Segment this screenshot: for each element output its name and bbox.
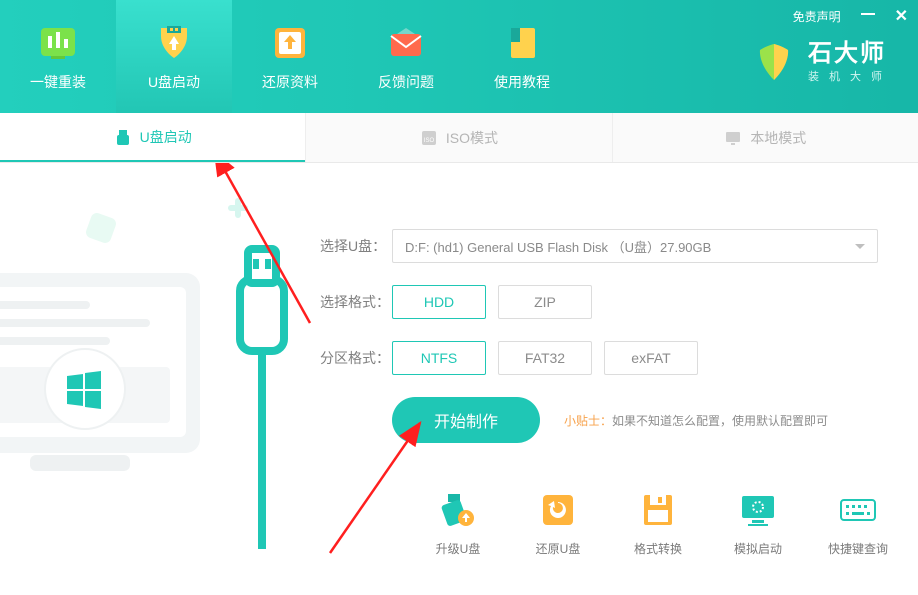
upload-box-icon — [269, 22, 311, 64]
tool-restore-usb[interactable]: 还原U盘 — [522, 490, 594, 557]
usb-upgrade-icon — [438, 490, 478, 530]
sub-tabs: U盘启动 ISO ISO模式 本地模式 — [0, 113, 918, 163]
nav-feedback[interactable]: 反馈问题 — [348, 0, 464, 113]
partition-fat32[interactable]: FAT32 — [498, 341, 592, 375]
shield-usb-icon — [153, 22, 195, 64]
start-make-button[interactable]: 开始制作 — [392, 397, 540, 443]
tool-label: 快捷键查询 — [828, 540, 888, 557]
nav-tutorial[interactable]: 使用教程 — [464, 0, 580, 113]
nav-usb-boot[interactable]: U盘启动 — [116, 0, 232, 113]
tool-format-convert[interactable]: 格式转换 — [622, 490, 694, 557]
svg-text:ISO: ISO — [424, 138, 435, 144]
envelope-icon — [385, 22, 427, 64]
tab-label: 本地模式 — [750, 128, 806, 148]
brand-sub: 装机大师 — [808, 71, 892, 83]
tab-label: U盘启动 — [140, 127, 192, 147]
tab-iso[interactable]: ISO ISO模式 — [305, 113, 611, 162]
usb-select-label: 选择U盘： — [320, 236, 392, 256]
config-form: 选择U盘： D:F: (hd1) General USB Flash Disk … — [320, 229, 878, 465]
main-pane: 选择U盘： D:F: (hd1) General USB Flash Disk … — [0, 163, 918, 579]
close-button[interactable]: ✕ — [895, 6, 908, 26]
bottom-tools: 升级U盘 还原U盘 格式转换 模拟启动 快捷键查询 — [422, 490, 894, 557]
nav-label: 一键重装 — [30, 72, 86, 92]
nav-restore[interactable]: 还原资料 — [232, 0, 348, 113]
title-bar: 免责声明 ✕ 一键重装 U盘启动 还原资料 反馈问题 — [0, 0, 918, 113]
nav-label: 还原资料 — [262, 72, 318, 92]
format-label: 选择格式： — [320, 292, 392, 312]
partition-label: 分区格式： — [320, 348, 392, 368]
tab-usb-boot[interactable]: U盘启动 — [0, 113, 305, 162]
iso-icon: ISO — [420, 129, 438, 147]
tab-local[interactable]: 本地模式 — [612, 113, 918, 162]
brand-name: 石大师 — [808, 41, 892, 67]
partition-ntfs[interactable]: NTFS — [392, 341, 486, 375]
usb-restore-icon — [538, 490, 578, 530]
window-controls: 免责声明 ✕ — [793, 6, 908, 26]
tool-label: 还原U盘 — [536, 540, 581, 557]
monitor-boot-icon — [738, 490, 778, 530]
usb-illustration — [0, 179, 302, 595]
main-nav: 一键重装 U盘启动 还原资料 反馈问题 使用教程 — [0, 0, 580, 113]
tool-label: 格式转换 — [634, 540, 682, 557]
nav-reinstall[interactable]: 一键重装 — [0, 0, 116, 113]
tip: 小贴士：如果不知道怎么配置，使用默认配置即可 — [564, 412, 828, 429]
disclaimer-link[interactable]: 免责声明 — [793, 8, 841, 25]
tip-label: 小贴士： — [564, 414, 612, 428]
usb-select-value: D:F: (hd1) General USB Flash Disk （U盘）27… — [405, 237, 711, 256]
book-icon — [501, 22, 543, 64]
tool-label: 升级U盘 — [436, 540, 481, 557]
keyboard-icon — [838, 490, 878, 530]
usb-icon — [114, 128, 132, 146]
format-hdd[interactable]: HDD — [392, 285, 486, 319]
tip-text: 如果不知道怎么配置，使用默认配置即可 — [612, 414, 828, 428]
usb-select[interactable]: D:F: (hd1) General USB Flash Disk （U盘）27… — [392, 229, 878, 263]
tool-hotkey-query[interactable]: 快捷键查询 — [822, 490, 894, 557]
partition-exfat[interactable]: exFAT — [604, 341, 698, 375]
brand: 石大师 装机大师 — [752, 40, 892, 84]
tool-label: 模拟启动 — [734, 540, 782, 557]
tool-upgrade-usb[interactable]: 升级U盘 — [422, 490, 494, 557]
format-zip[interactable]: ZIP — [498, 285, 592, 319]
tab-label: ISO模式 — [446, 128, 498, 148]
nav-label: 反馈问题 — [378, 72, 434, 92]
bar-chart-icon — [37, 22, 79, 64]
brand-logo-icon — [752, 40, 796, 84]
chevron-down-icon — [855, 244, 865, 254]
nav-label: 使用教程 — [494, 72, 550, 92]
nav-label: U盘启动 — [148, 72, 200, 92]
minimize-button[interactable] — [861, 13, 875, 15]
floppy-icon — [638, 490, 678, 530]
tool-simulate-boot[interactable]: 模拟启动 — [722, 490, 794, 557]
monitor-icon — [724, 129, 742, 147]
